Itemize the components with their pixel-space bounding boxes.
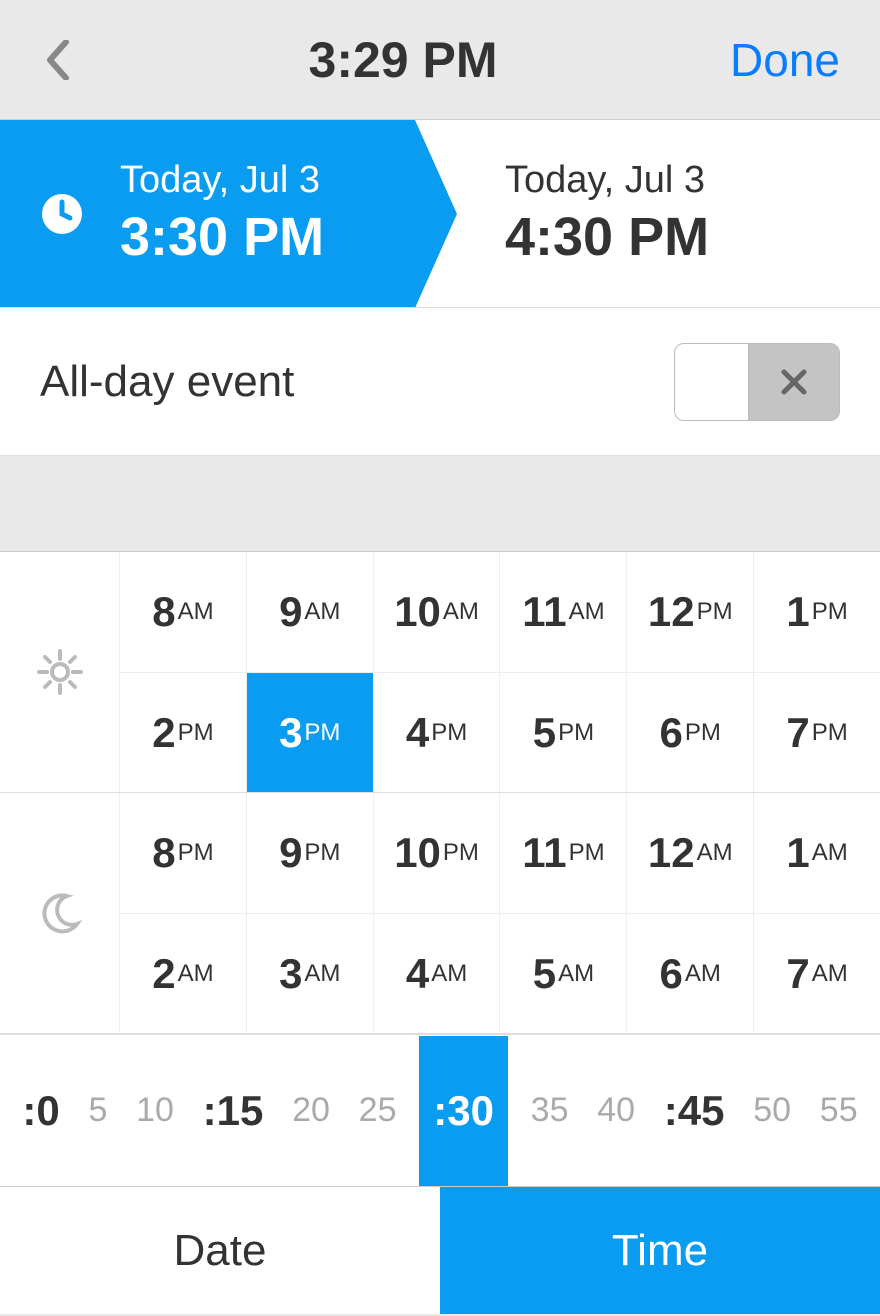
page-title: 3:29 PM: [76, 31, 730, 89]
minute-cell[interactable]: :30: [419, 1036, 508, 1186]
hour-grid: 8AM9AM10AM11AM12PM1PM2PM3PM4PM5PM6PM7PM …: [0, 552, 880, 1034]
minute-cell[interactable]: :0: [16, 1036, 65, 1186]
all-day-row: All-day event: [0, 308, 880, 456]
close-icon: [749, 344, 839, 420]
hour-cell[interactable]: 12PM: [627, 552, 754, 672]
hour-cell[interactable]: 2AM: [120, 914, 247, 1033]
all-day-toggle[interactable]: [674, 343, 840, 421]
minute-row: :0510:152025:303540:455055: [0, 1034, 880, 1186]
hour-cell[interactable]: 11AM: [500, 552, 627, 672]
back-icon[interactable]: [40, 42, 76, 78]
hour-cell[interactable]: 9AM: [247, 552, 374, 672]
hour-cell[interactable]: 3AM: [247, 914, 374, 1033]
moon-icon: [0, 793, 120, 1033]
tab-date[interactable]: Date: [0, 1187, 440, 1314]
minute-cell[interactable]: 25: [353, 1036, 403, 1186]
toggle-handle: [675, 344, 749, 420]
hour-section-night: 8PM9PM10PM11PM12AM1AM 2AM3AM4AM5AM6AM7AM: [0, 793, 880, 1034]
sun-icon: [0, 552, 120, 792]
hour-cell[interactable]: 6AM: [627, 914, 754, 1033]
done-button[interactable]: Done: [730, 33, 840, 87]
hour-cell[interactable]: 7AM: [754, 914, 880, 1033]
clock-icon: [40, 192, 84, 236]
spacer: [0, 456, 880, 552]
hour-cell[interactable]: 5AM: [500, 914, 627, 1033]
hour-cell[interactable]: 7PM: [754, 673, 880, 792]
minute-cell[interactable]: 50: [747, 1036, 797, 1186]
minute-cell[interactable]: 10: [130, 1036, 180, 1186]
hour-cell[interactable]: 4AM: [374, 914, 501, 1033]
range-start-date: Today, Jul 3: [120, 159, 324, 202]
minute-cell[interactable]: 55: [814, 1036, 864, 1186]
hour-cell[interactable]: 8AM: [120, 552, 247, 672]
minute-cell[interactable]: 20: [286, 1036, 336, 1186]
bottom-tabs: Date Time: [0, 1186, 880, 1314]
minute-cell[interactable]: 40: [591, 1036, 641, 1186]
hour-cell[interactable]: 9PM: [247, 793, 374, 913]
hour-cell[interactable]: 5PM: [500, 673, 627, 792]
hour-section-day: 8AM9AM10AM11AM12PM1PM 2PM3PM4PM5PM6PM7PM: [0, 552, 880, 793]
hour-cell[interactable]: 1PM: [754, 552, 880, 672]
minute-cell[interactable]: 35: [525, 1036, 575, 1186]
tab-time[interactable]: Time: [440, 1187, 880, 1314]
time-range-row: Today, Jul 3 3:30 PM Today, Jul 3 4:30 P…: [0, 120, 880, 308]
hour-cell[interactable]: 2PM: [120, 673, 247, 792]
range-start-tab[interactable]: Today, Jul 3 3:30 PM: [0, 120, 415, 307]
hour-cell[interactable]: 3PM: [247, 673, 374, 792]
all-day-label: All-day event: [40, 357, 294, 407]
range-end-date: Today, Jul 3: [505, 159, 709, 202]
minute-cell[interactable]: :15: [197, 1036, 270, 1186]
range-start-time: 3:30 PM: [120, 206, 324, 268]
minute-cell[interactable]: :45: [658, 1036, 731, 1186]
header: 3:29 PM Done: [0, 0, 880, 120]
hour-cell[interactable]: 12AM: [627, 793, 754, 913]
hour-cell[interactable]: 1AM: [754, 793, 880, 913]
range-end-time: 4:30 PM: [505, 206, 709, 268]
hour-cell[interactable]: 10AM: [374, 552, 501, 672]
hour-cell[interactable]: 8PM: [120, 793, 247, 913]
minute-cell[interactable]: 5: [82, 1036, 113, 1186]
hour-cell[interactable]: 6PM: [627, 673, 754, 792]
hour-cell[interactable]: 10PM: [374, 793, 501, 913]
hour-cell[interactable]: 11PM: [500, 793, 627, 913]
range-end-tab[interactable]: Today, Jul 3 4:30 PM: [415, 120, 880, 307]
hour-cell[interactable]: 4PM: [374, 673, 501, 792]
